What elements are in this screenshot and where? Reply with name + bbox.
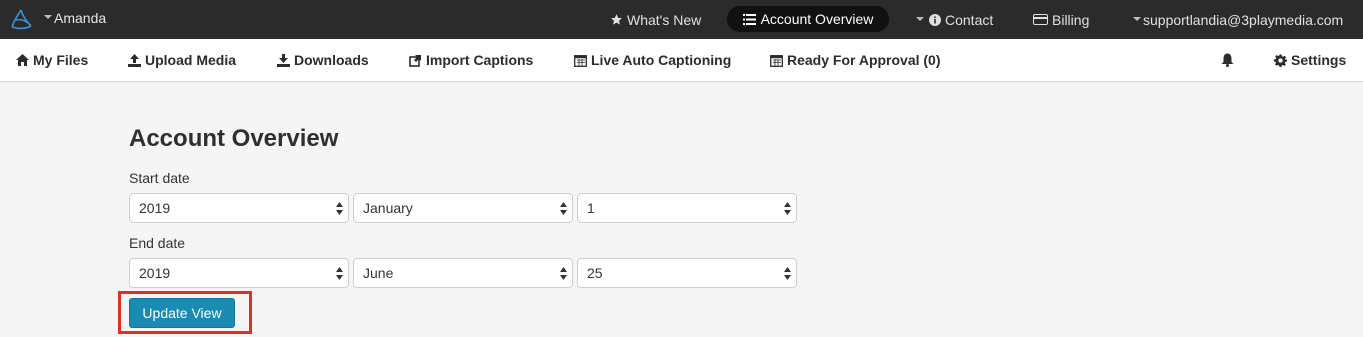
end-day-value: 25 bbox=[587, 265, 603, 281]
home-icon bbox=[16, 54, 29, 66]
calendar-icon bbox=[770, 54, 783, 67]
chevron-down-icon bbox=[44, 15, 52, 19]
nav-downloads-label: Downloads bbox=[294, 52, 369, 68]
nav-downloads[interactable]: Downloads bbox=[277, 39, 369, 81]
nav-my-files-label: My Files bbox=[33, 52, 89, 68]
chevron-down-icon bbox=[1133, 16, 1141, 21]
star-icon bbox=[611, 14, 622, 25]
nav-import-captions-label: Import Captions bbox=[426, 52, 534, 68]
update-view-button[interactable]: Update View bbox=[129, 298, 235, 328]
nav-import-captions[interactable]: Import Captions bbox=[409, 39, 533, 81]
nav-live-auto-captioning[interactable]: Live Auto Captioning bbox=[574, 39, 731, 81]
start-day-value: 1 bbox=[587, 200, 595, 216]
start-year-select[interactable]: 2019 bbox=[129, 193, 349, 223]
end-day-select[interactable]: 25 bbox=[577, 258, 797, 288]
account-email-menu[interactable]: supportlandia@3playmedia.com bbox=[1133, 0, 1343, 39]
select-arrows-icon bbox=[336, 267, 343, 280]
secondary-nav: My Files Upload Media Downloads Import C… bbox=[0, 39, 1363, 82]
nav-upload-media-label: Upload Media bbox=[145, 52, 237, 68]
contact-label: Contact bbox=[945, 11, 994, 28]
select-arrows-icon bbox=[784, 267, 791, 280]
page-title: Account Overview bbox=[129, 125, 339, 152]
account-overview-label: Account Overview bbox=[760, 11, 874, 27]
nav-ready-for-approval-label: Ready For Approval (0) bbox=[787, 52, 941, 68]
start-month-select[interactable]: January bbox=[353, 193, 573, 223]
select-arrows-icon bbox=[560, 202, 567, 215]
gear-icon bbox=[1274, 54, 1287, 67]
billing-link[interactable]: Billing bbox=[1033, 0, 1089, 39]
external-link-icon bbox=[409, 54, 421, 67]
billing-label: Billing bbox=[1052, 11, 1090, 28]
upload-icon bbox=[128, 53, 141, 67]
end-month-value: June bbox=[363, 265, 394, 281]
start-date-label: Start date bbox=[129, 170, 190, 186]
end-month-select[interactable]: June bbox=[353, 258, 573, 288]
chevron-down-icon bbox=[916, 16, 924, 21]
user-name: Amanda bbox=[54, 10, 107, 26]
nav-settings[interactable]: Settings bbox=[1274, 39, 1346, 81]
contact-menu[interactable]: Contact bbox=[916, 0, 993, 39]
nav-live-auto-captioning-label: Live Auto Captioning bbox=[591, 52, 732, 68]
logo-icon[interactable] bbox=[8, 7, 34, 33]
nav-my-files[interactable]: My Files bbox=[16, 39, 88, 81]
account-email: supportlandia@3playmedia.com bbox=[1143, 11, 1344, 28]
start-day-select[interactable]: 1 bbox=[577, 193, 797, 223]
end-year-value: 2019 bbox=[139, 265, 171, 281]
start-year-value: 2019 bbox=[139, 200, 171, 216]
calendar-icon bbox=[574, 54, 587, 67]
account-overview-link[interactable]: Account Overview bbox=[727, 6, 889, 32]
whats-new-link[interactable]: What's New bbox=[610, 0, 701, 39]
nav-upload-media[interactable]: Upload Media bbox=[128, 39, 236, 81]
credit-card-icon bbox=[1033, 14, 1048, 25]
notifications-button[interactable] bbox=[1221, 39, 1238, 81]
info-icon bbox=[929, 13, 941, 26]
select-arrows-icon bbox=[336, 202, 343, 215]
user-menu[interactable]: Amanda bbox=[44, 10, 106, 26]
start-month-value: January bbox=[363, 200, 413, 216]
top-bar: Amanda What's New Account Overview Conta… bbox=[0, 0, 1363, 39]
download-icon bbox=[277, 53, 290, 67]
select-arrows-icon bbox=[560, 267, 567, 280]
nav-settings-label: Settings bbox=[1291, 52, 1347, 68]
bell-icon bbox=[1221, 53, 1234, 67]
end-date-label: End date bbox=[129, 235, 186, 251]
whats-new-label: What's New bbox=[627, 11, 702, 28]
list-icon bbox=[742, 13, 756, 25]
select-arrows-icon bbox=[784, 202, 791, 215]
nav-ready-for-approval[interactable]: Ready For Approval (0) bbox=[770, 39, 941, 81]
end-year-select[interactable]: 2019 bbox=[129, 258, 349, 288]
